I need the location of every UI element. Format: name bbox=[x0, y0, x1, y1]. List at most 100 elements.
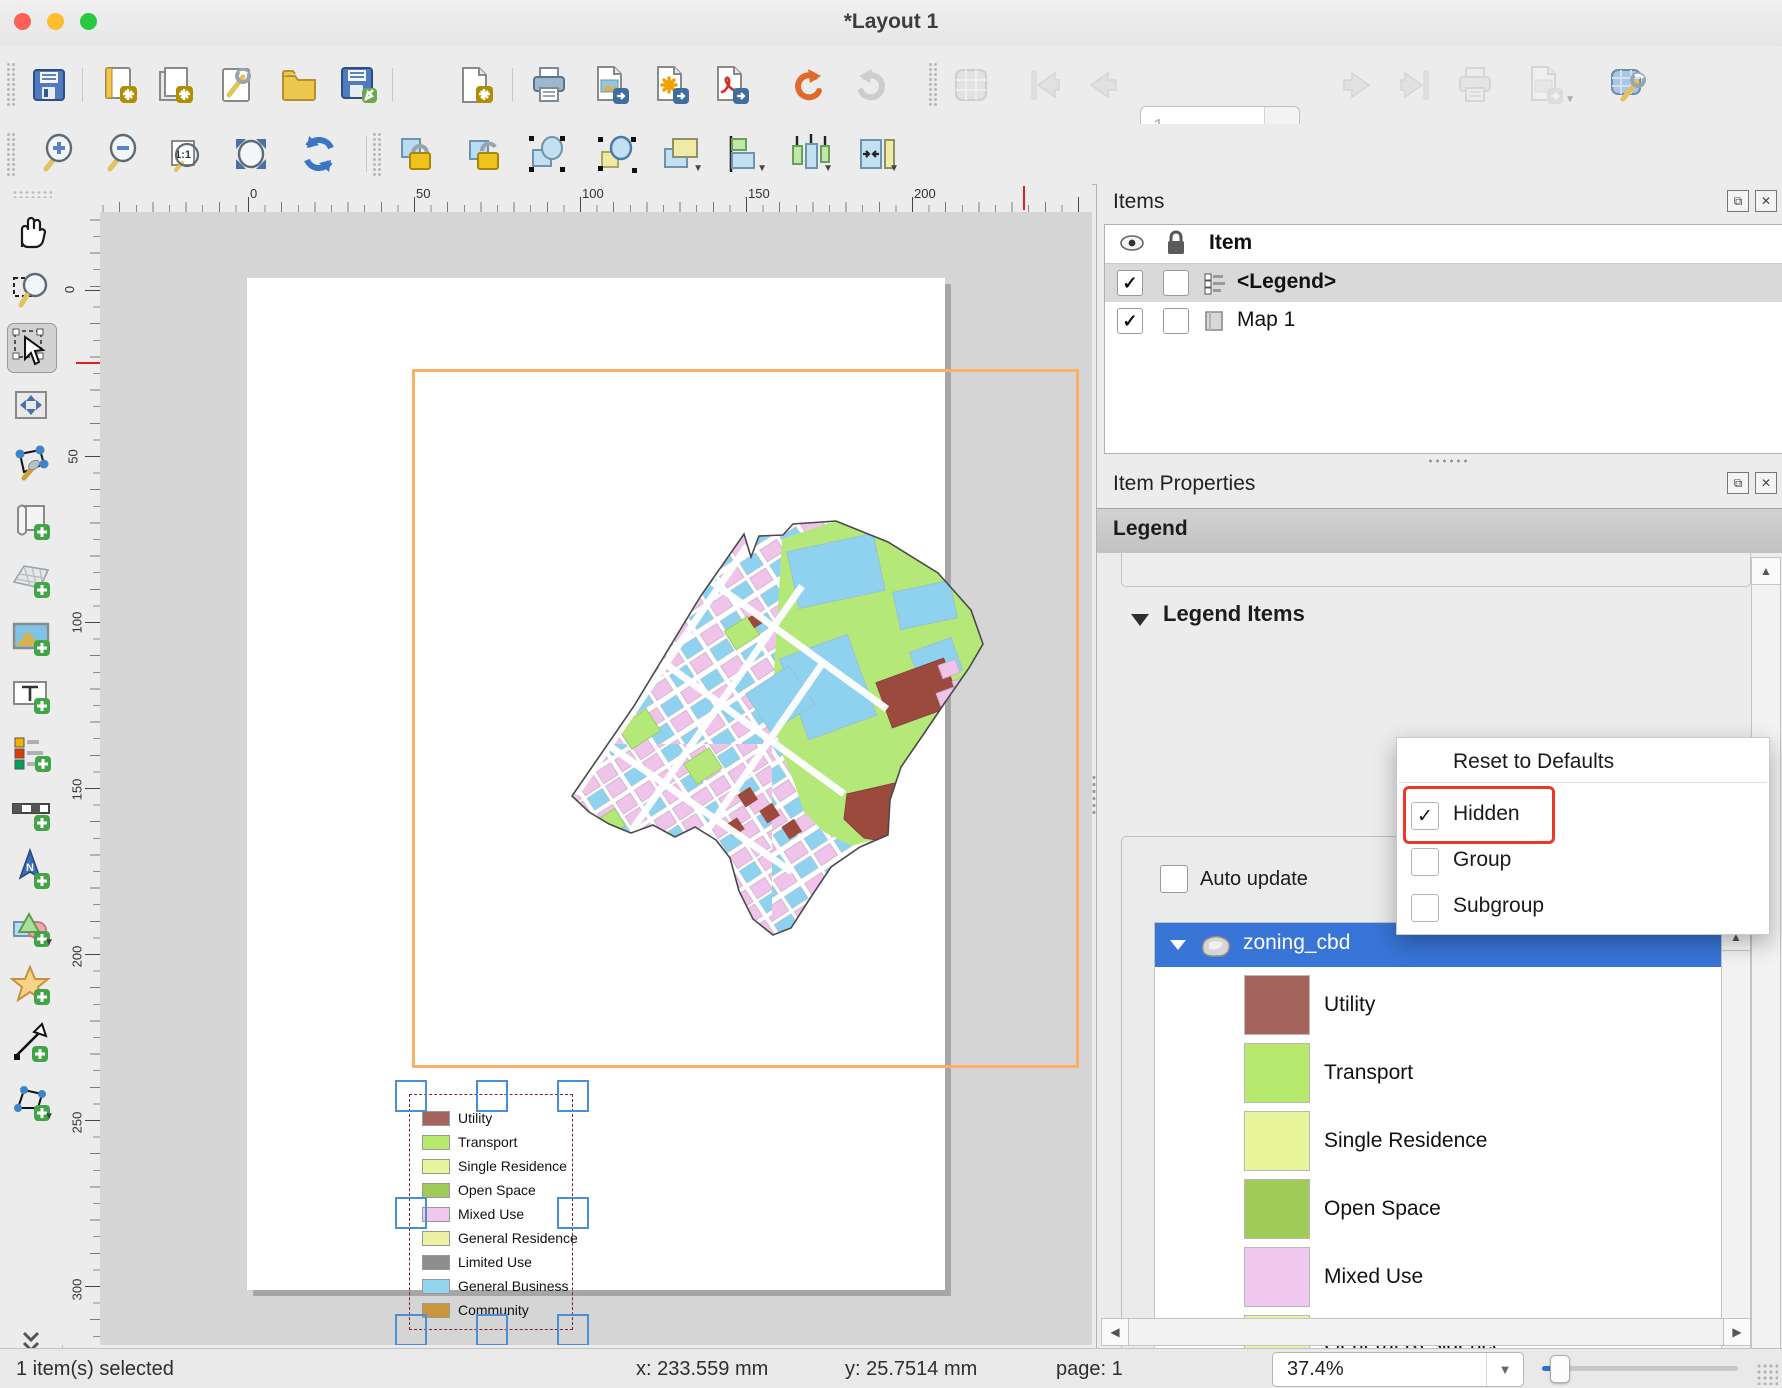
open-layout-button[interactable] bbox=[276, 62, 322, 108]
zoom-slider-handle[interactable] bbox=[1550, 1355, 1570, 1383]
layout-manager-button[interactable] bbox=[214, 62, 260, 108]
chevron-down-icon[interactable]: ▼ bbox=[1486, 1353, 1523, 1386]
visibility-checkbox[interactable]: ✓ bbox=[1117, 308, 1143, 334]
scroll-right-button[interactable]: ▶ bbox=[1723, 1318, 1751, 1346]
save-project-button[interactable] bbox=[26, 62, 72, 108]
tree-legend-entry[interactable]: Open Space bbox=[1244, 1179, 1441, 1239]
add-scalebar-button[interactable] bbox=[7, 787, 55, 835]
tree-legend-entry[interactable]: Transport bbox=[1244, 1043, 1413, 1103]
panel-scrollbar[interactable] bbox=[1751, 557, 1781, 1388]
close-panel-button[interactable]: ✕ bbox=[1755, 472, 1777, 494]
zoom-slider[interactable] bbox=[1542, 1366, 1738, 1371]
group-checkbox[interactable] bbox=[1411, 848, 1439, 876]
resize-handle[interactable] bbox=[476, 1080, 508, 1112]
add-shape-button[interactable]: ▼ bbox=[7, 903, 55, 951]
save-as-template-button[interactable] bbox=[336, 62, 382, 108]
refresh-view-button[interactable] bbox=[296, 131, 342, 177]
next-feature-button[interactable] bbox=[1334, 62, 1380, 108]
resize-handle[interactable] bbox=[557, 1080, 589, 1112]
add-arrow-button[interactable] bbox=[7, 1019, 55, 1067]
panel-hscrollbar[interactable] bbox=[1101, 1318, 1751, 1346]
zoom-tool[interactable] bbox=[7, 265, 55, 313]
scroll-up-button[interactable]: ▲ bbox=[1751, 557, 1781, 585]
add-north-arrow-button[interactable]: N bbox=[7, 845, 55, 893]
resize-handle[interactable] bbox=[395, 1197, 427, 1229]
resize-items-button[interactable]: ▼ bbox=[854, 131, 900, 177]
add-node-item-button[interactable]: ▼ bbox=[7, 1077, 55, 1125]
zoom-actual-size-button[interactable]: 1:1 bbox=[162, 131, 208, 177]
window-resize-grip[interactable] bbox=[1756, 1363, 1778, 1385]
item-row-legend[interactable]: ✓ <Legend> bbox=[1105, 264, 1782, 302]
edit-nodes-item-tool[interactable] bbox=[7, 439, 55, 487]
expand-triangle-icon[interactable] bbox=[1169, 938, 1187, 952]
select-all-items-button[interactable] bbox=[524, 131, 570, 177]
pan-layout-tool[interactable] bbox=[7, 207, 55, 255]
layout-canvas[interactable]: Utility Transport Single Residence Open … bbox=[100, 212, 1092, 1345]
zoom-out-button[interactable] bbox=[98, 131, 144, 177]
print-atlas-button[interactable] bbox=[1452, 62, 1498, 108]
menu-item-group[interactable]: Group bbox=[1453, 848, 1511, 872]
print-button[interactable] bbox=[526, 62, 572, 108]
lock-checkbox[interactable] bbox=[1163, 270, 1189, 296]
add-marker-button[interactable] bbox=[7, 961, 55, 1009]
tree-legend-entry[interactable]: Mixed Use bbox=[1244, 1247, 1423, 1307]
float-panel-button[interactable]: ⧉ bbox=[1727, 190, 1749, 212]
toolbar-grip[interactable] bbox=[928, 62, 938, 108]
auto-update-checkbox[interactable] bbox=[1160, 865, 1188, 893]
menu-item-reset-to-defaults[interactable]: Reset to Defaults bbox=[1453, 750, 1614, 774]
layout-page[interactable]: Utility Transport Single Residence Open … bbox=[247, 278, 945, 1290]
resize-handle[interactable] bbox=[395, 1080, 427, 1112]
resize-handle[interactable] bbox=[557, 1197, 589, 1229]
redo-button[interactable] bbox=[848, 62, 894, 108]
atlas-settings-button[interactable] bbox=[1606, 62, 1652, 108]
add-page-button[interactable] bbox=[7, 497, 55, 545]
align-items-button[interactable]: ▼ bbox=[722, 131, 768, 177]
export-as-svg-button[interactable] bbox=[648, 62, 694, 108]
resize-handle[interactable] bbox=[395, 1314, 427, 1345]
visibility-checkbox[interactable]: ✓ bbox=[1117, 270, 1143, 296]
preview-atlas-button[interactable] bbox=[948, 62, 994, 108]
toolbar-grip[interactable] bbox=[6, 62, 16, 108]
lock-selected-items-button[interactable] bbox=[394, 131, 440, 177]
legend-item[interactable]: Utility Transport Single Residence Open … bbox=[409, 1094, 573, 1330]
unlock-all-items-button[interactable] bbox=[462, 131, 508, 177]
tree-legend-entry[interactable]: Single Residence bbox=[1244, 1111, 1487, 1171]
duplicate-layout-button[interactable] bbox=[152, 62, 198, 108]
tree-legend-entry[interactable]: Utility bbox=[1244, 975, 1375, 1035]
menu-item-subgroup[interactable]: Subgroup bbox=[1453, 894, 1544, 918]
lock-checkbox[interactable] bbox=[1163, 308, 1189, 334]
panel-splitter[interactable] bbox=[1427, 458, 1467, 464]
resize-handle[interactable] bbox=[557, 1314, 589, 1345]
item-row-map[interactable]: ✓ Map 1 bbox=[1105, 302, 1782, 340]
last-feature-button[interactable] bbox=[1392, 62, 1438, 108]
resize-handle[interactable] bbox=[476, 1314, 508, 1345]
toolbar-grip[interactable] bbox=[12, 190, 52, 198]
zoom-full-button[interactable] bbox=[228, 131, 274, 177]
zoom-in-button[interactable] bbox=[34, 131, 80, 177]
zoom-level-combo[interactable]: 37.4% ▼ bbox=[1272, 1352, 1524, 1387]
undo-button[interactable] bbox=[786, 62, 832, 108]
export-as-image-button[interactable] bbox=[588, 62, 634, 108]
scroll-left-button[interactable]: ◀ bbox=[1101, 1318, 1129, 1346]
distribute-items-button[interactable]: ▼ bbox=[788, 131, 834, 177]
add-picture-button[interactable] bbox=[7, 613, 55, 661]
export-atlas-button[interactable]: ▼ bbox=[1514, 62, 1576, 108]
deselect-all-button[interactable] bbox=[594, 131, 640, 177]
export-as-pdf-button[interactable] bbox=[708, 62, 754, 108]
select-move-item-tool[interactable] bbox=[7, 323, 57, 373]
add-label-button[interactable] bbox=[7, 671, 55, 719]
new-layout-button[interactable] bbox=[96, 62, 142, 108]
collapse-triangle-icon[interactable] bbox=[1129, 611, 1151, 629]
subgroup-checkbox[interactable] bbox=[1411, 894, 1439, 922]
add-3d-map-button[interactable] bbox=[7, 555, 55, 603]
previous-feature-button[interactable] bbox=[1080, 62, 1126, 108]
move-item-content-tool[interactable] bbox=[7, 381, 55, 429]
add-legend-button[interactable] bbox=[7, 729, 55, 777]
raise-items-button[interactable]: ▼ bbox=[658, 131, 704, 177]
dock-splitter[interactable] bbox=[1091, 774, 1097, 814]
toolbar-grip[interactable] bbox=[372, 132, 382, 176]
add-items-from-template-button[interactable] bbox=[452, 62, 498, 108]
float-panel-button[interactable]: ⧉ bbox=[1727, 472, 1749, 494]
first-feature-button[interactable] bbox=[1022, 62, 1068, 108]
toolbar-grip[interactable] bbox=[6, 132, 16, 176]
